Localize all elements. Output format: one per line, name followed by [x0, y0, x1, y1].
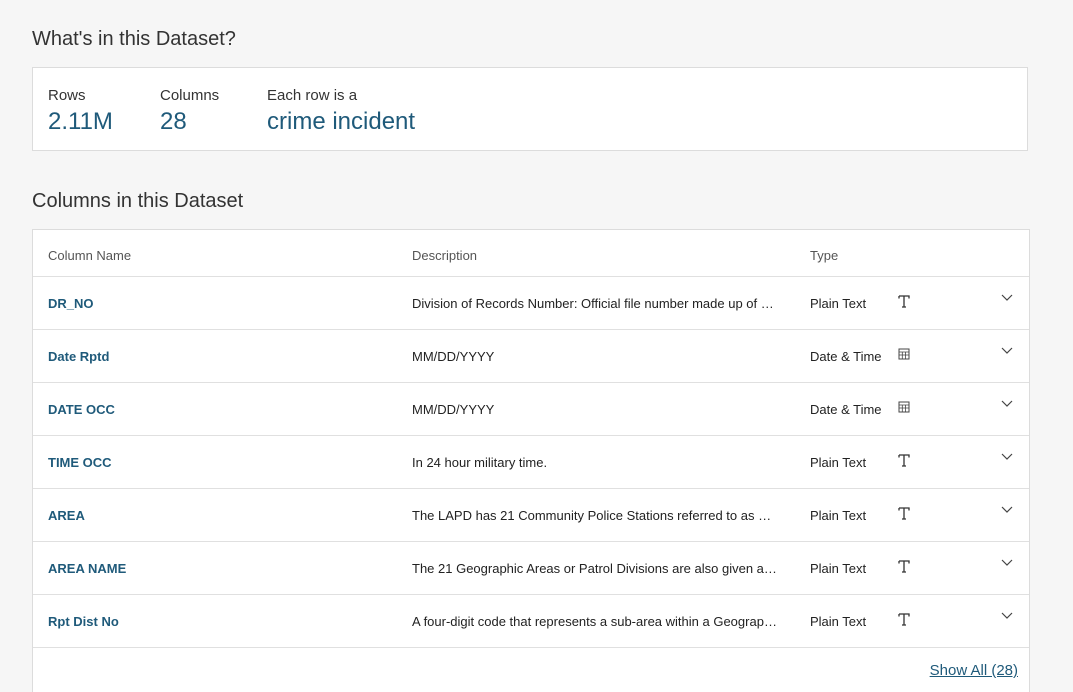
text-type-icon [896, 292, 912, 310]
show-all-columns-link[interactable]: Show All (28) [930, 662, 1018, 679]
chevron-down-icon[interactable] [1000, 291, 1014, 305]
column-description: The LAPD has 21 Community Police Station… [412, 508, 780, 523]
text-type-icon [896, 504, 912, 522]
chevron-down-icon[interactable] [1000, 503, 1014, 517]
chevron-down-icon[interactable] [1000, 609, 1014, 623]
column-name-link[interactable]: Rpt Dist No [48, 614, 119, 629]
summary-section-title: What's in this Dataset? [32, 28, 236, 50]
chevron-down-icon[interactable] [1000, 450, 1014, 464]
table-header: Column Name Description Type [33, 230, 1029, 277]
table-row[interactable]: DATE OCC MM/DD/YYYY Date & Time [33, 383, 1029, 436]
row-entity-stat: Each row is a crime incident [267, 87, 415, 136]
table-row[interactable]: AREA The LAPD has 21 Community Police St… [33, 489, 1029, 542]
column-description: The 21 Geographic Areas or Patrol Divisi… [412, 561, 780, 576]
column-type: Plain Text [810, 561, 867, 576]
rows-value: 2.11M [48, 108, 113, 135]
columns-table: Column Name Description Type DR_NO Divis… [32, 229, 1030, 692]
table-row[interactable]: Date Rptd MM/DD/YYYY Date & Time [33, 330, 1029, 383]
table-row[interactable]: DR_NO Division of Records Number: Offici… [33, 277, 1029, 330]
chevron-down-icon[interactable] [1000, 397, 1014, 411]
table-row[interactable]: Rpt Dist No A four-digit code that repre… [33, 595, 1029, 648]
text-type-icon [896, 451, 912, 469]
table-row[interactable]: AREA NAME The 21 Geographic Areas or Pat… [33, 542, 1029, 595]
column-description: MM/DD/YYYY [412, 402, 495, 417]
column-name-link[interactable]: DATE OCC [48, 402, 115, 417]
column-name-link[interactable]: AREA NAME [48, 561, 126, 576]
rows-stat: Rows 2.11M [48, 87, 113, 136]
row-entity-label: Each row is a [267, 87, 358, 104]
header-type: Type [810, 248, 839, 263]
calendar-icon [896, 398, 912, 416]
column-type: Plain Text [810, 296, 867, 311]
column-type: Plain Text [810, 614, 867, 629]
column-type: Plain Text [810, 455, 867, 470]
header-column-name: Column Name [48, 248, 132, 263]
column-type: Date & Time [810, 402, 882, 417]
columns-section-title: Columns in this Dataset [32, 190, 244, 212]
columns-stat: Columns 28 [160, 87, 219, 136]
column-description: MM/DD/YYYY [412, 349, 495, 364]
dataset-summary-card: Rows 2.11M Columns 28 Each row is a crim… [32, 67, 1028, 151]
text-type-icon [896, 610, 912, 628]
columns-label: Columns [160, 87, 220, 104]
column-type: Date & Time [810, 349, 882, 364]
column-name-link[interactable]: AREA [48, 508, 85, 523]
column-name-link[interactable]: Date Rptd [48, 349, 109, 364]
column-name-link[interactable]: TIME OCC [48, 455, 112, 470]
column-description: Division of Records Number: Official fil… [412, 296, 780, 311]
calendar-icon [896, 345, 912, 363]
rows-label: Rows [48, 87, 86, 104]
column-description: A four-digit code that represents a sub-… [412, 614, 780, 629]
column-name-link[interactable]: DR_NO [48, 296, 94, 311]
text-type-icon [896, 557, 912, 575]
columns-value: 28 [160, 108, 187, 135]
header-description: Description [412, 248, 478, 263]
column-type: Plain Text [810, 508, 867, 523]
row-entity-value: crime incident [267, 108, 416, 135]
column-description: In 24 hour military time. [412, 455, 548, 470]
chevron-down-icon[interactable] [1000, 344, 1014, 358]
dataset-about-page: What's in this Dataset? Rows 2.11M Colum… [0, 0, 1073, 692]
table-row[interactable]: TIME OCC In 24 hour military time. Plain… [33, 436, 1029, 489]
chevron-down-icon[interactable] [1000, 556, 1014, 570]
